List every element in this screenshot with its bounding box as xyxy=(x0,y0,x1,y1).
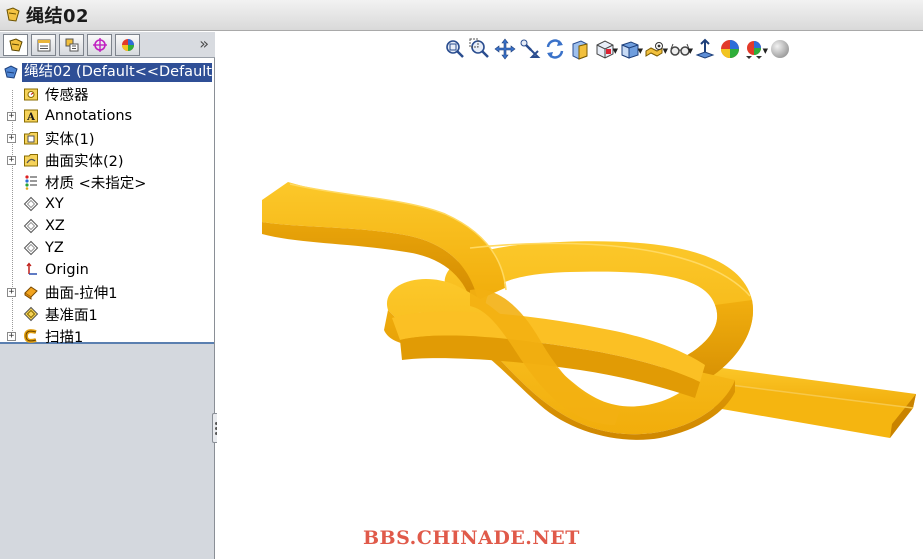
section-view-button[interactable] xyxy=(567,36,592,62)
view-orientation-button[interactable]: ▼ xyxy=(592,36,618,62)
heads-up-view-toolbar: ▼ ▼ ▼ ▼ ▼ xyxy=(442,36,792,62)
rotate-view-button[interactable] xyxy=(542,36,567,62)
pan-button[interactable] xyxy=(492,36,517,62)
zoom-to-area-icon xyxy=(469,38,489,58)
previous-view-button[interactable] xyxy=(517,36,542,62)
edit-appearance-button[interactable]: ▼ xyxy=(667,36,693,62)
pan-icon xyxy=(494,38,515,60)
knot-model[interactable] xyxy=(0,0,923,559)
render-tools-button[interactable]: ▼ xyxy=(742,36,768,62)
display-style-button[interactable]: ▼ xyxy=(617,36,643,62)
zoom-to-area-button[interactable] xyxy=(467,36,492,62)
hide-show-items-button[interactable]: ▼ xyxy=(642,36,668,62)
apply-scene-icon xyxy=(695,38,714,59)
view-settings-button[interactable] xyxy=(717,36,742,62)
zoom-to-fit-icon xyxy=(445,40,464,58)
section-view-icon xyxy=(572,40,587,60)
gray-sphere-button[interactable] xyxy=(767,36,792,62)
watermark-text: BBS.CHINADE.NET xyxy=(363,527,580,549)
appearance-sphere-icon xyxy=(720,40,739,58)
rotate-icon xyxy=(546,39,563,59)
previous-view-icon xyxy=(520,39,540,58)
apply-scene-button[interactable] xyxy=(692,36,717,62)
gray-sphere-icon xyxy=(770,40,789,58)
zoom-to-fit-button[interactable] xyxy=(442,36,467,62)
